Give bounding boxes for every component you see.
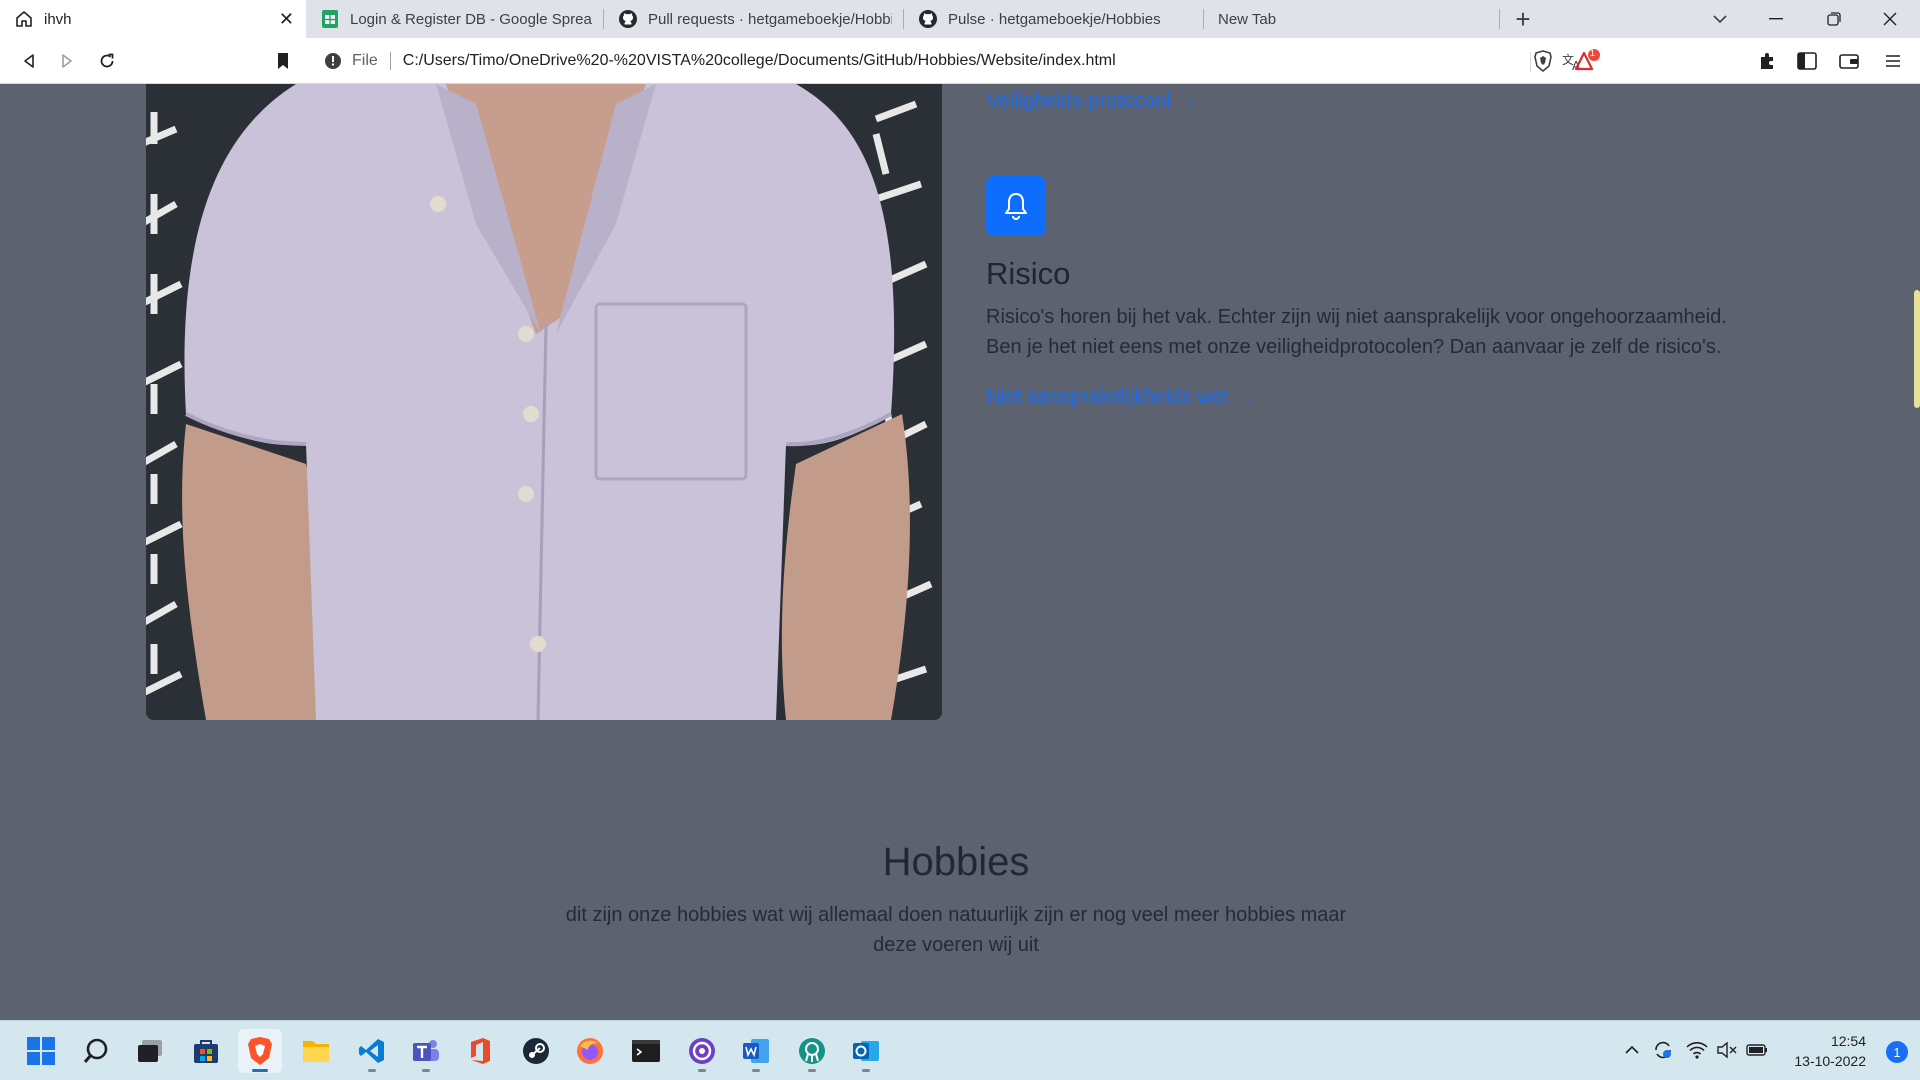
running-indicator [698, 1069, 706, 1072]
microsoft-store-icon[interactable] [184, 1029, 228, 1073]
running-indicator [368, 1069, 376, 1072]
tab-search-chevron-icon[interactable] [1692, 0, 1748, 38]
close-tab-icon[interactable]: ✕ [279, 9, 294, 30]
vscode-icon[interactable] [350, 1029, 394, 1073]
scheme-label: File [352, 52, 378, 69]
clock-time: 12:54 [1830, 1033, 1866, 1049]
task-view-icon[interactable] [128, 1029, 172, 1073]
office-icon[interactable] [458, 1029, 502, 1073]
address-bar[interactable]: File C:/Users/Timo/OneDrive%20-%20VISTA%… [312, 44, 1608, 78]
steam-icon[interactable] [514, 1029, 558, 1073]
tab-pulse[interactable]: Pulse · hetgameboekje/Hobbies [904, 0, 1204, 38]
running-indicator [808, 1069, 816, 1072]
windows-taskbar: 12:54 13-10-2022 1 [0, 1020, 1920, 1080]
bookmark-icon[interactable] [268, 46, 298, 76]
tab-title: Login & Register DB - Google Spreadsheet… [350, 10, 592, 28]
sidebar-icon[interactable] [1792, 46, 1822, 76]
risico-icon-box [986, 176, 1046, 236]
veiligheids-protocol-link[interactable]: Veiligheids-protocool → [986, 90, 1196, 113]
outlook-icon[interactable] [844, 1029, 888, 1073]
close-window-button[interactable] [1862, 0, 1918, 38]
risico-heading: Risico [986, 256, 1071, 291]
tab-title: ihvh [44, 10, 72, 28]
word-icon[interactable] [734, 1029, 778, 1073]
github-desktop-icon[interactable] [680, 1029, 724, 1073]
battery-icon[interactable] [1744, 1035, 1770, 1065]
firefox-icon[interactable] [568, 1029, 612, 1073]
scrollbar-thumb[interactable] [1914, 290, 1920, 408]
niet-aansprakelijkheids-link[interactable]: Niet aansprakelijkheids wet → [986, 386, 1254, 409]
clock-date: 13-10-2022 [1794, 1053, 1866, 1069]
system-clock[interactable]: 12:54 13-10-2022 [1794, 1031, 1866, 1071]
tab-title: Pull requests · hetgameboekje/Hobbies [648, 10, 892, 28]
url-text[interactable]: C:/Users/Timo/OneDrive%20-%20VISTA%20col… [403, 52, 1116, 70]
notification-badge[interactable]: 1 [1886, 1041, 1908, 1063]
risico-text: Risico's horen bij het vak. Echter zijn … [986, 306, 1727, 358]
info-icon[interactable] [324, 52, 342, 70]
menu-icon[interactable] [1878, 46, 1908, 76]
github-icon [918, 9, 938, 29]
home-icon [14, 9, 34, 29]
running-indicator [862, 1069, 870, 1072]
extensions-icon[interactable] [1752, 46, 1782, 76]
gitkraken-icon[interactable] [790, 1029, 834, 1073]
tab-strip: ihvh ✕ Login & Register DB - Google Spre… [0, 0, 1920, 38]
tab-new-tab[interactable]: New Tab [1204, 0, 1500, 38]
sync-icon[interactable] [1650, 1035, 1676, 1065]
search-icon[interactable] [74, 1029, 118, 1073]
address-divider [389, 52, 391, 70]
minimize-button[interactable] [1748, 0, 1804, 38]
person-photo [146, 84, 942, 720]
tab-separator [1499, 9, 1500, 29]
browser-toolbar: File C:/Users/Timo/OneDrive%20-%20VISTA%… [0, 38, 1920, 84]
bell-icon [1002, 191, 1030, 221]
brave-rewards-icon[interactable]: 1 [1572, 46, 1602, 76]
reload-button[interactable] [92, 46, 122, 76]
restore-button[interactable] [1806, 0, 1862, 38]
tab-ihvh[interactable]: ihvh ✕ [0, 0, 306, 38]
hobbies-text: dit zijn onze hobbies wat wij allemaal d… [565, 904, 1347, 956]
running-indicator [752, 1069, 760, 1072]
page-content: Veiligheids-protocool → Risico Risico's … [0, 84, 1920, 1020]
tab-title: Pulse · hetgameboekje/Hobbies [948, 10, 1161, 28]
wallet-icon[interactable] [1834, 46, 1864, 76]
back-button[interactable] [14, 46, 44, 76]
rewards-badge-count: 1 [1590, 48, 1596, 58]
github-icon [618, 9, 638, 29]
brave-icon[interactable] [238, 1029, 282, 1073]
file-explorer-icon[interactable] [294, 1029, 338, 1073]
forward-button[interactable] [52, 46, 82, 76]
hobbies-heading: Hobbies [882, 840, 1030, 884]
tab-google-sheets[interactable]: Login & Register DB - Google Spreadsheet… [306, 0, 604, 38]
new-tab-button[interactable]: + [1500, 0, 1546, 38]
start-icon[interactable] [19, 1029, 63, 1073]
wifi-icon[interactable] [1684, 1035, 1710, 1065]
show-hidden-icons-chevron-icon[interactable] [1620, 1035, 1644, 1065]
google-sheets-icon [320, 9, 340, 29]
terminal-icon[interactable] [624, 1029, 668, 1073]
running-indicator [252, 1069, 268, 1072]
volume-muted-icon[interactable] [1714, 1035, 1740, 1065]
tab-pull-requests[interactable]: Pull requests · hetgameboekje/Hobbies [604, 0, 904, 38]
running-indicator [422, 1069, 430, 1072]
brave-shields-icon[interactable] [1528, 46, 1558, 76]
teams-icon[interactable] [404, 1029, 448, 1073]
tab-title: New Tab [1218, 10, 1277, 28]
